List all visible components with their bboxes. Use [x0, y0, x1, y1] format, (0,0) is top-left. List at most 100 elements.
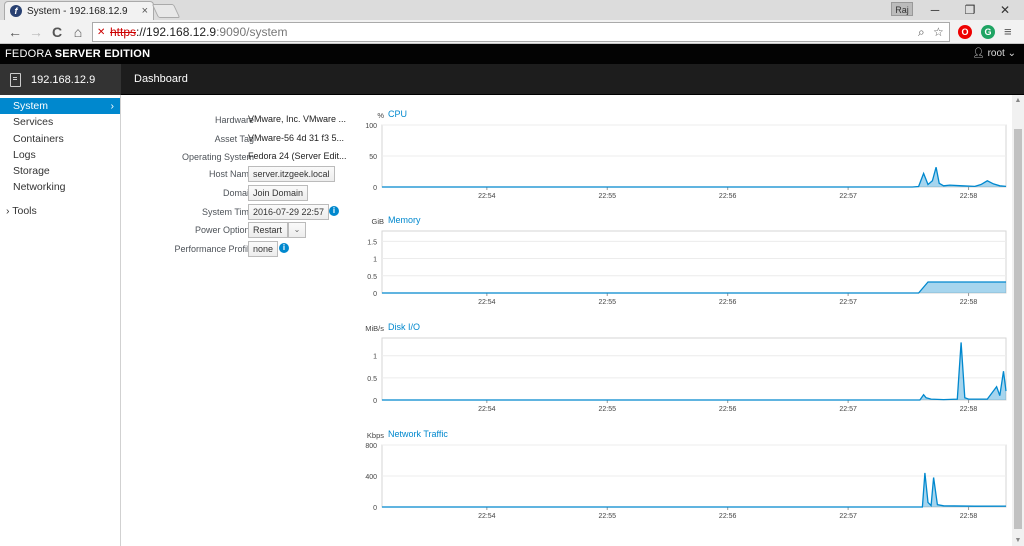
performance-profile-button[interactable]: none: [248, 241, 279, 257]
memory-chart: 1.5 1 0.5 0 22:54 22:55 22:56 22:57 22:58: [367, 230, 1007, 306]
x-tick-label: 22:56: [719, 406, 737, 413]
x-tick-label: 22:55: [598, 513, 616, 520]
sidebar-item-storage[interactable]: Storage: [0, 163, 120, 179]
server-icon: [10, 72, 21, 87]
x-tick-label: 22:58: [960, 406, 978, 413]
minimize-button[interactable]: ─: [920, 0, 950, 20]
restart-button[interactable]: Restart: [248, 222, 288, 238]
x-tick-label: 22:56: [719, 193, 737, 200]
y-tick-label: 50: [369, 154, 377, 161]
sidebar-item-logs[interactable]: Logs: [0, 147, 120, 163]
x-tick-label: 22:54: [478, 513, 496, 520]
system-time-row: System Time 2016-07-29 22:57 i: [122, 204, 352, 222]
x-tick-label: 22:56: [719, 513, 737, 520]
y-tick-label: 1.5: [367, 239, 377, 246]
hostname-row: Host Name server.itzgeek.local: [122, 166, 352, 184]
hostname-label: Host Name: [208, 169, 254, 179]
user-icon: 👤︎: [972, 48, 985, 59]
scroll-down-icon[interactable]: ▼: [1014, 537, 1022, 544]
hardware-label: Hardware: [214, 115, 254, 125]
sidebar-item-containers[interactable]: Containers: [0, 131, 120, 147]
chart-title: Network Traffic: [388, 429, 448, 439]
chevron-right-icon: ›: [6, 204, 10, 217]
y-tick-label: 0.5: [367, 274, 377, 281]
browser-tab[interactable]: f System - 192.168.12.9 ×: [4, 1, 154, 20]
network-traffic-chart: 800 400 0 22:54 22:55 22:56 22:57 22:58: [365, 443, 1007, 520]
x-tick-label: 22:58: [960, 513, 978, 520]
profile-badge[interactable]: Raj: [891, 2, 913, 16]
new-tab-button[interactable]: [151, 4, 181, 18]
browser-toolbar: ← → C ⌂ ✕ https://192.168.12.9:9090/syst…: [0, 20, 1024, 44]
back-button[interactable]: ←: [6, 22, 24, 42]
sidebar-item-networking[interactable]: Networking: [0, 179, 120, 195]
x-tick-label: 22:55: [598, 299, 616, 306]
hardware-row: Hardware VMware, Inc. VMware ...: [122, 112, 352, 130]
scroll-up-icon[interactable]: ▲: [1014, 97, 1022, 104]
y-tick-label: 0: [373, 291, 377, 298]
grammarly-extension-icon[interactable]: G: [981, 25, 995, 39]
x-tick-label: 22:55: [598, 406, 616, 413]
hardware-value[interactable]: VMware, Inc. VMware ...: [248, 114, 346, 124]
url-scheme: https: [110, 25, 137, 39]
info-icon[interactable]: i: [279, 243, 289, 253]
restore-button[interactable]: ❐: [955, 0, 985, 20]
insecure-lock-icon[interactable]: ✕: [97, 27, 107, 38]
asset-tag-row: Asset Tag VMware-56 4d 31 f3 5...: [122, 131, 352, 149]
close-window-button[interactable]: ✕: [990, 0, 1020, 20]
url-host: ://192.168.12.9: [136, 25, 217, 39]
zoom-icon[interactable]: ⌕: [918, 25, 925, 40]
os-value: Fedora 24 (Server Edit...: [248, 151, 347, 161]
reload-button[interactable]: C: [48, 22, 66, 42]
chevron-right-icon: ›: [110, 100, 115, 112]
sidebar-item-tools[interactable]: › Tools: [0, 203, 120, 219]
scroll-thumb[interactable]: [1014, 129, 1022, 529]
x-tick-label: 22:57: [839, 406, 857, 413]
chart-title: CPU: [388, 109, 408, 119]
system-time-button[interactable]: 2016-07-29 22:57: [248, 204, 330, 220]
power-options-row: Power Options Restart ⌄: [122, 222, 352, 240]
system-time-label: System Time: [201, 207, 254, 217]
y-tick-label: 0: [373, 505, 377, 512]
performance-profile-row: Performance Profile none i: [122, 241, 352, 259]
plot-frame: [381, 337, 1007, 401]
domain-label: Domain: [222, 188, 254, 198]
fedora-favicon-icon: f: [10, 5, 22, 17]
os-row: Operating System Fedora 24 (Server Edit.…: [122, 149, 352, 167]
x-tick-label: 22:58: [960, 299, 978, 306]
dashboard-link[interactable]: Dashboard: [134, 73, 188, 85]
tab-close-icon[interactable]: ×: [142, 5, 148, 17]
power-dropdown-caret-icon[interactable]: ⌄: [288, 222, 306, 238]
bookmark-star-icon[interactable]: ☆: [933, 25, 944, 39]
y-tick-label: 100: [365, 123, 377, 130]
x-tick-label: 22:54: [478, 193, 496, 200]
sidebar-item-label: System: [13, 100, 49, 112]
sidebar-item-system[interactable]: System ›: [0, 98, 120, 115]
user-name: root: [987, 48, 1005, 59]
chart-unit: GiB: [371, 217, 384, 226]
sidebar-item-services[interactable]: Services: [0, 114, 120, 130]
sidebar-item-label: Tools: [12, 204, 37, 217]
page-scrollbar[interactable]: ▲ ▼: [1012, 95, 1024, 546]
home-button[interactable]: ⌂: [69, 22, 87, 42]
info-icon[interactable]: i: [329, 206, 339, 216]
sidebar: System › Services Containers Logs Storag…: [0, 95, 121, 546]
user-menu[interactable]: 👤︎ root ⌄: [972, 48, 1016, 59]
chart-title: Disk I/O: [388, 322, 421, 332]
chrome-menu-icon[interactable]: ≡: [1004, 24, 1012, 39]
x-tick-label: 22:57: [839, 299, 857, 306]
host-bar: 192.168.12.9 Dashboard: [0, 64, 1024, 95]
chart-unit: %: [377, 111, 384, 120]
chart-title: Memory: [388, 215, 421, 225]
opera-extension-icon[interactable]: O: [958, 25, 972, 39]
hostname-button[interactable]: server.itzgeek.local: [248, 166, 335, 182]
address-bar[interactable]: ✕ https://192.168.12.9:9090/system ⌕ ☆: [92, 22, 950, 42]
browser-titlebar: f System - 192.168.12.9 × Raj ─ ❐ ✕: [0, 0, 1024, 20]
join-domain-button[interactable]: Join Domain: [248, 185, 309, 201]
x-tick-label: 22:54: [478, 406, 496, 413]
plot-frame: [381, 230, 1007, 294]
y-tick-label: 1: [373, 257, 377, 264]
y-tick-label: 0.5: [367, 376, 377, 383]
power-options-label: Power Options: [194, 225, 254, 235]
host-selector[interactable]: 192.168.12.9: [0, 64, 121, 95]
forward-button[interactable]: →: [27, 22, 45, 42]
